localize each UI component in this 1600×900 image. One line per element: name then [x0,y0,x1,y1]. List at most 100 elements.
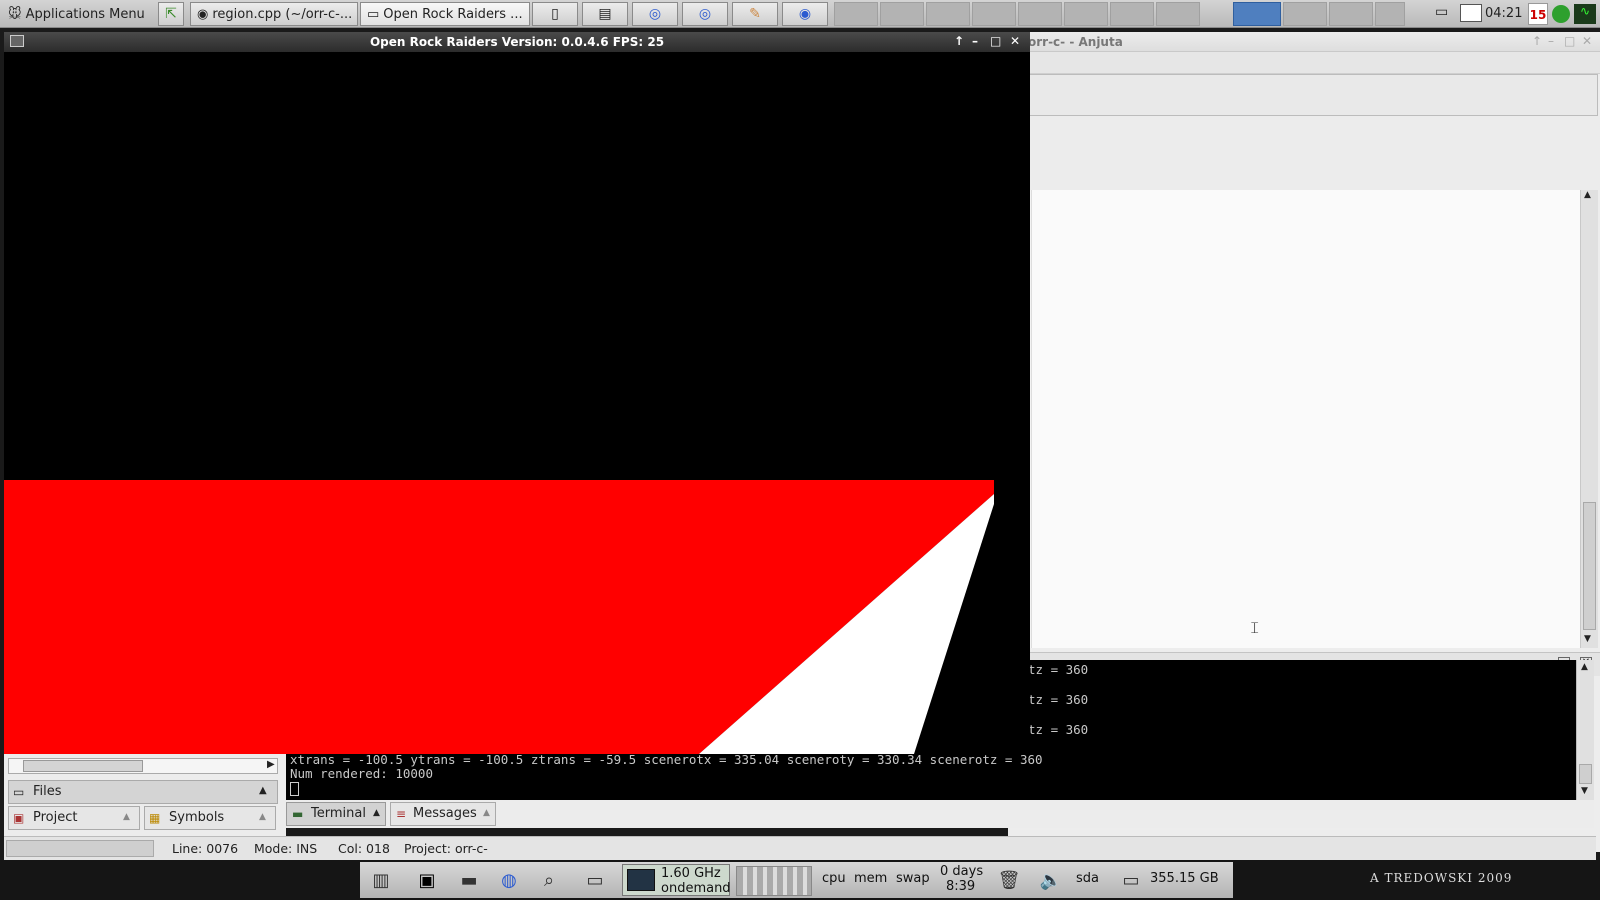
top-panel: 🐭 Applications Menu ⇱ ◉ region.cpp (~/or… [0,0,1600,28]
window-minimize-icon[interactable]: – [1548,34,1554,48]
window-icon: ▭ [367,6,380,22]
workspace-3[interactable] [926,2,970,26]
scroll-down-icon[interactable]: ▼ [1584,634,1591,644]
browser-alt-icon[interactable]: ◎ [682,2,728,26]
terminal-cursor [290,782,299,796]
files-panel-header[interactable]: ▭ Files ▲ [8,780,278,804]
disk-label: sda [1076,871,1099,886]
workspace-8[interactable] [1156,2,1200,26]
toolbar [1008,74,1598,116]
editor-scrollbar[interactable]: ▲ ▼ [1580,190,1598,648]
workspace-12[interactable] [1375,2,1405,26]
game-window-titlebar[interactable]: Open Rock Raiders Version: 0.0.4.6 FPS: … [4,32,1030,52]
tray-window-icon[interactable]: ▭ [1435,4,1455,22]
status-mode: Mode: INS [254,841,318,856]
mouse-logo-icon: 🐭 [8,6,22,22]
messages-tab[interactable]: ≡ Messages ▲ [390,802,496,826]
task-label: region.cpp (~/orr-c-... [212,6,353,22]
terminal-line: tz = 360 [1028,722,1089,737]
cpu-freq-icon [627,869,655,891]
workspace-6[interactable] [1064,2,1108,26]
workspace-5[interactable] [1018,2,1062,26]
cpu-freq-applet[interactable]: 1.60 GHz ondemand [622,864,731,896]
terminal-icon: ▬ [292,807,304,821]
terminal-scroll-thumb[interactable] [1579,764,1592,784]
terminal-launcher-icon[interactable]: ▣ [412,866,442,894]
uptime-time: 8:39 [946,879,976,894]
volume-icon[interactable]: 🔈 [1036,866,1066,894]
calendar-icon[interactable]: 15 [1528,3,1548,25]
window-shade-icon[interactable]: ↑ [1532,34,1542,48]
anjuta-title: orr-c- - Anjuta [1028,35,1123,49]
status-bar: Line: 0076 Mode: INS Col: 018 Project: o… [4,836,1596,860]
trash-icon[interactable]: 🗑 [994,866,1024,894]
scroll-right-icon[interactable]: ▶ [267,759,275,770]
cpu-frequency: 1.60 GHz [661,866,721,881]
terminal-line: tz = 360 [1028,662,1089,677]
editor-scroll-thumb[interactable] [1583,502,1596,630]
wallpaper-watermark: A TREDOWSKI 2009 [1370,871,1513,885]
messenger-icon[interactable]: ◉ [782,2,828,26]
window-shade-icon[interactable]: ↑ [954,34,964,48]
project-label: Project [33,810,78,825]
scroll-up-icon[interactable]: ▲ [1584,190,1591,200]
workspace-2[interactable] [880,2,924,26]
collapse-icon[interactable]: ▲ [259,785,267,796]
window-close-icon[interactable]: ✕ [1582,34,1592,48]
tray-blank-icon[interactable] [1460,4,1482,22]
disk-free-space: 355.15 GB [1150,871,1219,886]
workspace-1[interactable] [834,2,878,26]
file-manager-icon[interactable]: ▭ [580,866,610,894]
scroll-up-icon[interactable]: ▲ [1581,662,1588,672]
anjuta-titlebar: orr-c- - Anjuta ↑ – □ ✕ [1008,32,1600,52]
mem-label: mem [854,871,888,886]
task-open-rock-raiders[interactable]: ▭ Open Rock Raiders ... [360,2,530,26]
window-launcher-icon[interactable]: ▤ [582,2,628,26]
task-label: Open Rock Raiders ... [383,6,523,22]
applications-menu-label: Applications Menu [25,6,145,22]
network-status-icon[interactable] [1552,5,1570,23]
hscroll-thumb[interactable] [23,760,143,772]
project-icon: ▣ [13,811,25,825]
hard-disk-icon[interactable]: ▭ [1116,866,1146,894]
system-monitor-icon[interactable]: ∿ [1574,4,1596,24]
terminal-line-full: xtrans = -100.5 ytrans = -100.5 ztrans =… [290,752,1043,767]
browser-icon[interactable]: ◎ [632,2,678,26]
hscrollbar[interactable]: ▶ [8,758,278,774]
workspace-11[interactable] [1329,2,1373,26]
messages-icon: ≡ [396,807,407,821]
window-menu-icon[interactable] [10,35,24,47]
window-maximize-icon[interactable]: □ [990,34,1001,48]
task-region-cpp[interactable]: ◉ region.cpp (~/orr-c-... [190,2,358,26]
window-minimize-icon[interactable]: – [972,34,978,48]
blank-page-icon[interactable]: ▯ [532,2,578,26]
applications-menu-button[interactable]: 🐭 Applications Menu [2,2,152,26]
clock[interactable]: 04:21 [1485,6,1522,21]
bottom-tabs-bar: ▬ Terminal ▲ ≡ Messages ▲ [286,800,1594,828]
workspace-7[interactable] [1110,2,1154,26]
scroll-down-icon[interactable]: ▼ [1581,786,1588,796]
symbols-label: Symbols [169,810,225,825]
home-folder-icon[interactable]: ▥ [366,866,396,894]
source-editor[interactable]: 𝙸 [1032,190,1580,648]
workspace-current[interactable] [1233,2,1281,26]
workspace-10[interactable] [1283,2,1327,26]
web-browser-icon[interactable]: ◍ [494,866,524,894]
text-cursor-icon: 𝙸 [1249,618,1261,637]
tab-arrow-icon: ▲ [483,808,490,818]
logout-icon[interactable]: ⇱ [158,2,184,26]
menubar [1008,52,1600,74]
text-editor-icon[interactable]: ✎ [732,2,778,26]
symbols-tab[interactable]: ▦ Symbols ▲ [144,806,276,830]
terminal-scrollbar[interactable]: ▲ ▼ [1576,660,1594,800]
workspace-4[interactable] [972,2,1016,26]
cpu-label: cpu [822,871,846,886]
window-close-icon[interactable]: ✕ [1010,34,1020,48]
search-icon[interactable]: ⌕ [534,866,564,894]
terminal-tab[interactable]: ▬ Terminal ▲ [286,802,386,826]
folder-icon: ▭ [13,785,25,799]
game-viewport[interactable] [4,52,1030,754]
project-tab[interactable]: ▣ Project ▲ [8,806,140,830]
window-maximize-icon[interactable]: □ [1564,34,1575,48]
drive-icon[interactable]: ▬ [454,866,484,894]
